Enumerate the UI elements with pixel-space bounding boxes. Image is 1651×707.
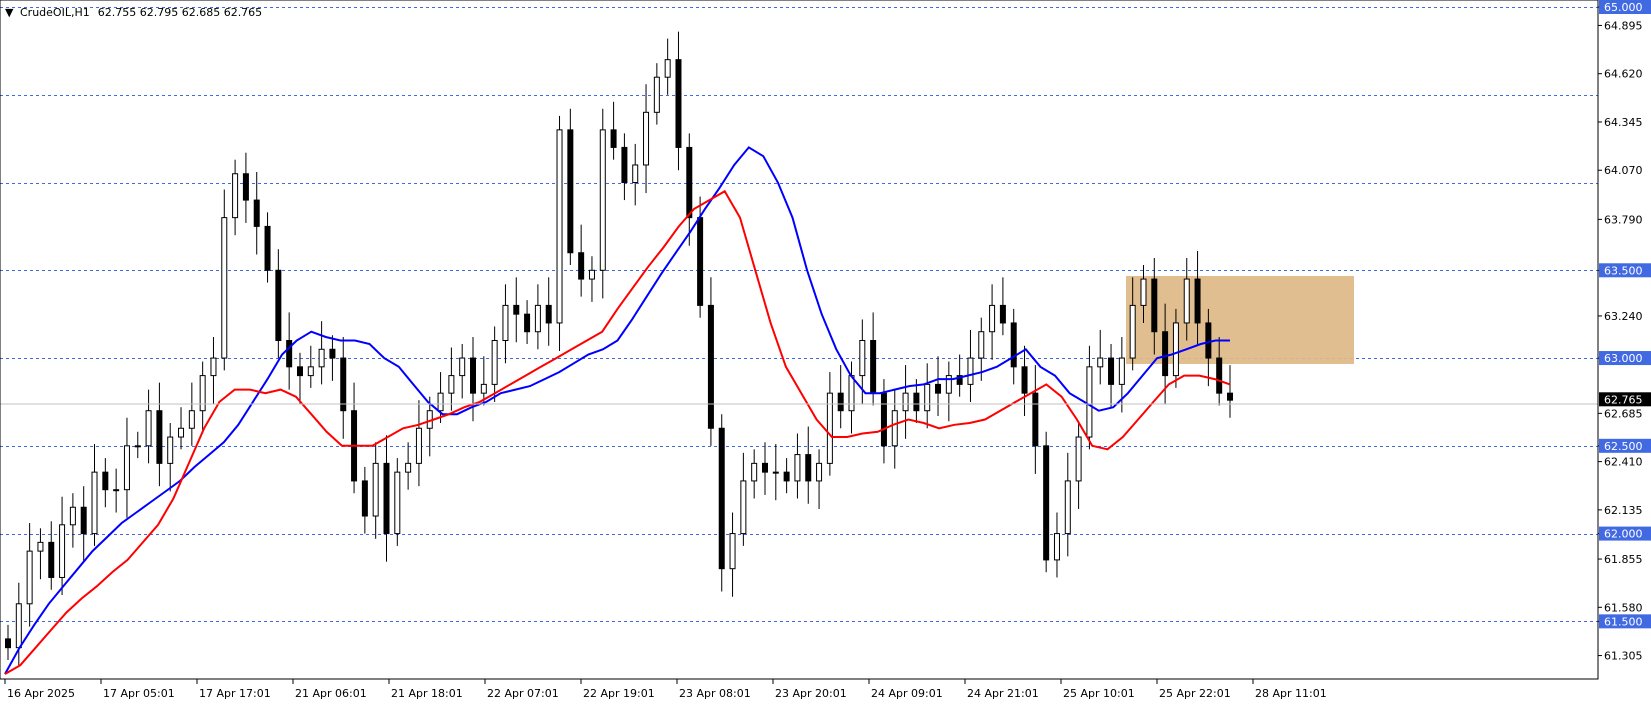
menu-arrow-icon[interactable]: ▼ — [5, 6, 14, 19]
y-tick-label: 63.500 — [1604, 264, 1643, 277]
y-tick-label: 63.000 — [1604, 352, 1643, 365]
x-tick-label: 24 Apr 21:01 — [967, 687, 1039, 700]
chart-header: CrudeOIL,H1 62.755 62.795 62.685 62.765 — [20, 6, 262, 19]
y-tick-label: 63.790 — [1604, 213, 1643, 226]
x-tick-label: 21 Apr 18:01 — [391, 687, 463, 700]
resistance-zone — [1126, 276, 1354, 364]
y-tick-label: 61.580 — [1604, 601, 1643, 614]
y-tick-label: 64.345 — [1604, 116, 1643, 129]
y-tick-label: 64.070 — [1604, 164, 1643, 177]
x-tick-label: 28 Apr 11:01 — [1255, 687, 1327, 700]
y-tick-label: 62.500 — [1604, 440, 1643, 453]
candle — [718, 414, 725, 592]
x-tick-label: 17 Apr 17:01 — [199, 687, 271, 700]
y-tick-label: 62.685 — [1604, 407, 1643, 420]
x-tick-label: 21 Apr 06:01 — [295, 687, 367, 700]
x-tick-label: 16 Apr 2025 — [7, 687, 75, 700]
x-tick-label: 22 Apr 07:01 — [487, 687, 559, 700]
x-tick-label: 17 Apr 05:01 — [103, 687, 175, 700]
ohlc-values: 62.755 62.795 62.685 62.765 — [98, 6, 262, 19]
y-tick-label: 64.895 — [1604, 19, 1643, 32]
y-tick-label: 61.855 — [1604, 553, 1643, 566]
symbol-label: CrudeOIL,H1 — [20, 6, 90, 19]
x-tick-label: 24 Apr 09:01 — [871, 687, 943, 700]
y-tick-label: 65.000 — [1604, 1, 1643, 14]
candle — [599, 108, 606, 299]
y-tick-label: 62.135 — [1604, 504, 1643, 517]
current-price-label: 62.765 — [1604, 393, 1643, 406]
price-chart[interactable]: 65.000 64.895 64.620 64.345 64.070 63.790 63.5… — [0, 0, 1651, 707]
plot-background — [0, 0, 1651, 707]
y-tick-label: 62.410 — [1604, 456, 1643, 469]
y-tick-label: 61.500 — [1604, 615, 1643, 628]
x-tick-label: 25 Apr 10:01 — [1063, 687, 1135, 700]
y-tick-label: 64.620 — [1604, 68, 1643, 81]
x-tick-label: 25 Apr 22:01 — [1159, 687, 1231, 700]
y-tick-label: 63.240 — [1604, 310, 1643, 323]
y-tick-label: 61.305 — [1604, 650, 1643, 663]
y-tick-label: 62.000 — [1604, 528, 1643, 541]
x-tick-label: 22 Apr 19:01 — [583, 687, 655, 700]
x-tick-label: 23 Apr 20:01 — [775, 687, 847, 700]
candle — [567, 108, 574, 266]
candle — [1043, 431, 1050, 573]
x-tick-label: 23 Apr 08:01 — [679, 687, 751, 700]
candle — [556, 115, 563, 352]
